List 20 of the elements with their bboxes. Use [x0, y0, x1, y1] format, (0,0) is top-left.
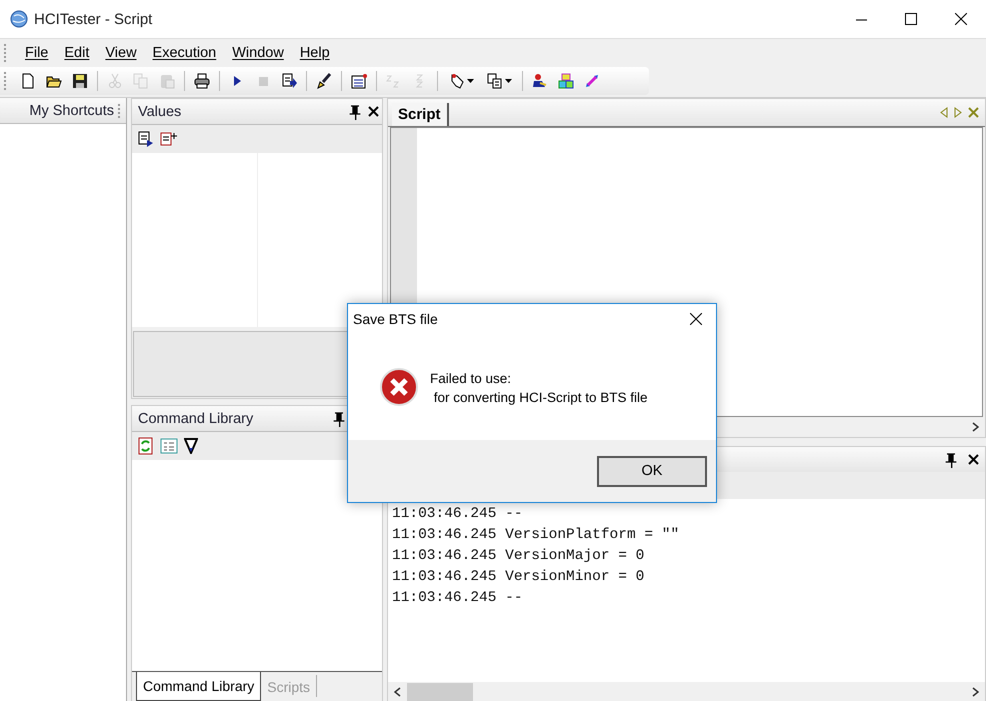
log-line: 11:03:46.245 VersionMajor = 0 [392, 547, 646, 566]
dialog-title: Save BTS file [353, 311, 439, 327]
log-line: 11:03:46.245 -- [392, 505, 524, 524]
menu-item[interactable]: Execution [146, 43, 222, 63]
panel-tab[interactable]: Command Library [136, 672, 262, 701]
ok-button[interactable]: OK [597, 456, 707, 486]
log-line: 11:03:46.245 VersionPlatform = "" [392, 526, 680, 545]
menu-item[interactable]: File [19, 43, 54, 63]
log-line: 11:03:46.245 VersionMinor = 0 [392, 568, 646, 587]
error-message: Failed to use: for converting HCI-Script to BTS file [430, 370, 648, 407]
document-tab[interactable]: Script [392, 103, 449, 126]
window-title: HCITester - Script [34, 10, 154, 28]
menu-item[interactable]: View [99, 43, 143, 63]
panel-title: Values [137, 104, 182, 120]
menu-item[interactable]: Edit [58, 43, 96, 63]
panel-title: My Shortcuts [29, 102, 114, 118]
menu-item[interactable]: Help [294, 43, 336, 63]
panel-title: Command Library [137, 410, 254, 426]
menu-item[interactable]: Window [226, 43, 290, 63]
log-line: 11:03:46.245 -- [392, 589, 524, 608]
